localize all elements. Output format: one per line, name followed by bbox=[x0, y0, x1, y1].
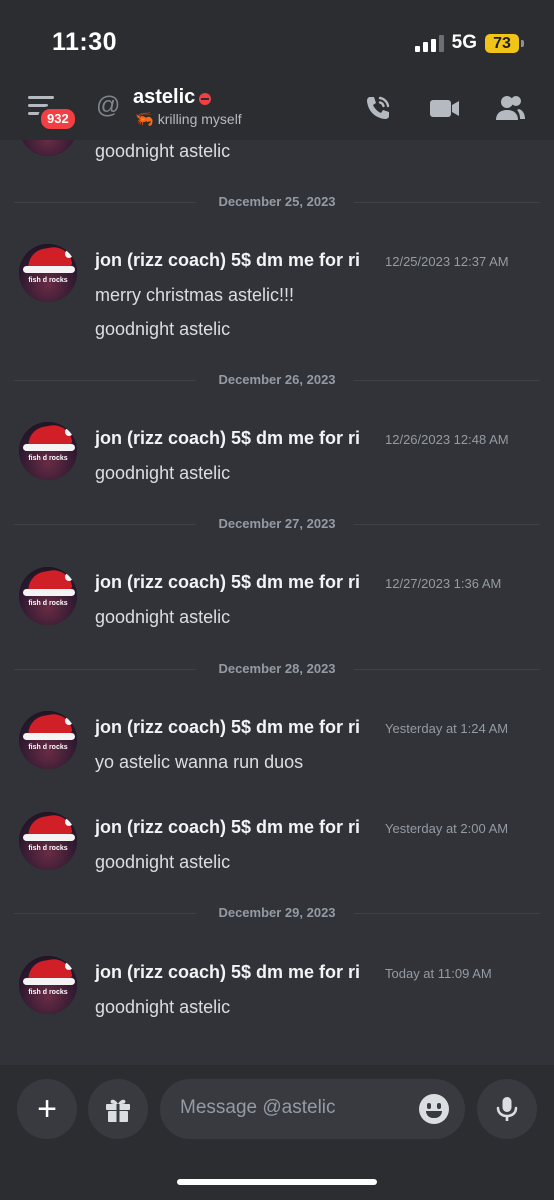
gift-icon bbox=[106, 1099, 130, 1122]
message-text: goodnight astelic bbox=[95, 463, 231, 483]
message-timestamp: Yesterday at 1:24 AM bbox=[385, 721, 509, 736]
message-text: goodnight astelic bbox=[95, 607, 231, 627]
shrimp-icon: 🦐 bbox=[135, 111, 154, 128]
message-text: goodnight astelic bbox=[95, 141, 231, 161]
custom-status: 🦐 krilling myself bbox=[135, 110, 242, 128]
avatar[interactable]: fish d rocks bbox=[19, 140, 77, 156]
status-time: 11:30 bbox=[52, 28, 118, 56]
message-author[interactable]: jon (rizz coach) 5$ dm me for ri bbox=[95, 962, 360, 983]
battery-level: 73 bbox=[485, 33, 519, 53]
network-label: 5G bbox=[451, 32, 477, 53]
message-author[interactable]: jon (rizz coach) 5$ dm me for ri bbox=[95, 817, 360, 838]
add-attachment-button[interactable]: + bbox=[17, 1079, 77, 1139]
date-divider: December 29, 2023 bbox=[14, 904, 540, 922]
message-author[interactable]: jon (rizz coach) 5$ dm me for ri bbox=[95, 428, 360, 449]
unread-badge: 932 bbox=[38, 106, 78, 132]
menu-button[interactable]: 932 bbox=[24, 92, 78, 132]
emoji-icon[interactable] bbox=[419, 1094, 449, 1124]
message-text: merry christmas astelic!!! bbox=[95, 285, 295, 305]
message-timestamp: 12/27/2023 1:36 AM bbox=[385, 576, 502, 591]
at-icon: @ bbox=[96, 92, 121, 119]
dnd-status-icon bbox=[199, 93, 211, 105]
message-list[interactable]: fish d rocks goodnight astelic December … bbox=[0, 140, 554, 1065]
message-timestamp: 12/26/2023 12:48 AM bbox=[385, 432, 509, 447]
video-icon[interactable] bbox=[428, 92, 460, 124]
avatar[interactable]: fish d rocks bbox=[19, 956, 77, 1014]
message-timestamp: Today at 11:09 AM bbox=[385, 966, 492, 981]
plus-icon: + bbox=[37, 1090, 57, 1128]
message-author[interactable]: jon (rizz coach) 5$ dm me for ri bbox=[95, 717, 360, 738]
dm-username[interactable]: astelic bbox=[133, 86, 195, 109]
voice-message-button[interactable] bbox=[477, 1079, 537, 1139]
date-divider: December 25, 2023 bbox=[14, 193, 540, 211]
message-text: goodnight astelic bbox=[95, 319, 231, 339]
call-icon[interactable] bbox=[362, 92, 394, 124]
avatar[interactable]: fish d rocks bbox=[19, 711, 77, 769]
message-author[interactable]: jon (rizz coach) 5$ dm me for ri bbox=[95, 250, 360, 271]
message-author[interactable]: jon (rizz coach) 5$ dm me for ri bbox=[95, 572, 360, 593]
message-input[interactable]: Message @astelic bbox=[160, 1079, 465, 1139]
message-text: goodnight astelic bbox=[95, 997, 231, 1017]
top-bar: 11:30 5G 73 932 @ astelic 🦐 krilling mys… bbox=[0, 0, 554, 140]
signal-icon bbox=[414, 34, 444, 52]
avatar[interactable]: fish d rocks bbox=[19, 244, 77, 302]
gift-button[interactable] bbox=[88, 1079, 148, 1139]
members-icon[interactable] bbox=[494, 92, 526, 124]
battery-icon: 73 bbox=[485, 33, 524, 53]
microphone-icon bbox=[496, 1097, 518, 1121]
dm-header: 932 @ astelic 🦐 krilling myself bbox=[0, 78, 554, 138]
home-indicator[interactable] bbox=[177, 1179, 377, 1185]
status-indicators: 5G 73 bbox=[414, 32, 524, 54]
avatar[interactable]: fish d rocks bbox=[19, 567, 77, 625]
date-divider: December 28, 2023 bbox=[14, 660, 540, 678]
message-composer: + Message @astelic bbox=[0, 1065, 554, 1200]
message-text: yo astelic wanna run duos bbox=[95, 752, 304, 772]
message-placeholder: Message @astelic bbox=[180, 1097, 336, 1118]
message-timestamp: 12/25/2023 12:37 AM bbox=[385, 254, 509, 269]
date-divider: December 27, 2023 bbox=[14, 515, 540, 533]
avatar[interactable]: fish d rocks bbox=[19, 422, 77, 480]
message-text: goodnight astelic bbox=[95, 852, 231, 872]
date-divider: December 26, 2023 bbox=[14, 371, 540, 389]
message-timestamp: Yesterday at 2:00 AM bbox=[385, 821, 509, 836]
avatar[interactable]: fish d rocks bbox=[19, 812, 77, 870]
status-text: krilling myself bbox=[157, 111, 242, 127]
